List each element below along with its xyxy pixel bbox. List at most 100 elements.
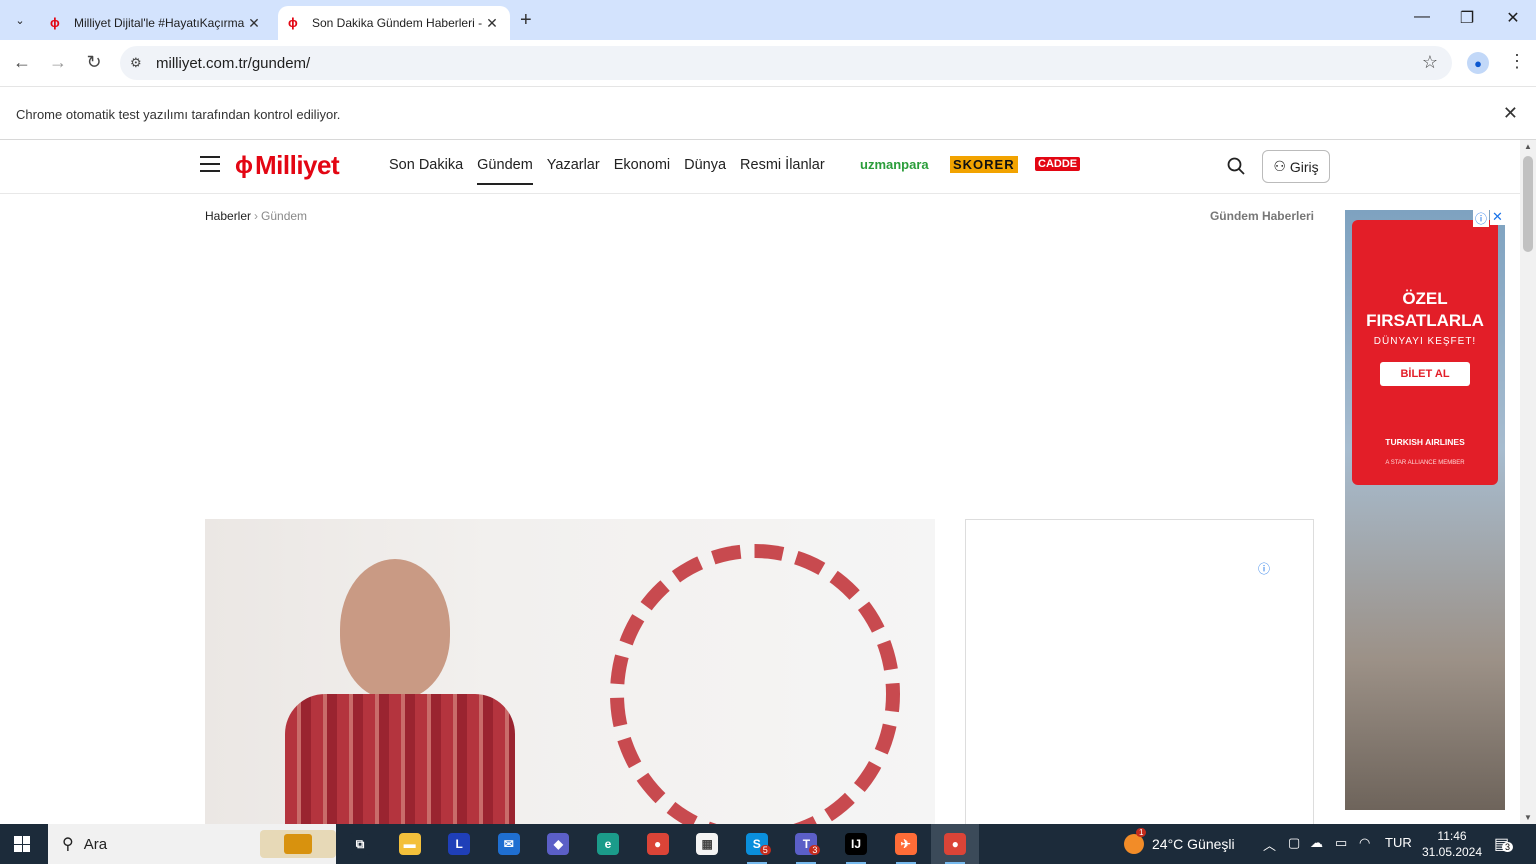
taskbar-copilot-icon[interactable]: ◆ xyxy=(534,824,582,864)
ad-headline: ÖZEL FIRSATLARLA xyxy=(1366,289,1484,330)
taskbar-intellij-icon[interactable]: IJ xyxy=(832,824,880,864)
ad-choices-icon[interactable]: ⓘ xyxy=(1473,210,1490,227)
wifi-icon[interactable]: ◠ xyxy=(1359,835,1370,851)
milliyet-favicon-icon: ϕ xyxy=(50,15,60,30)
sun-icon: 1 xyxy=(1124,828,1147,854)
nav-resmi-ilanlar[interactable]: Resmi İlanlar xyxy=(740,157,825,183)
search-icon: ⚲ xyxy=(62,836,74,853)
onedrive-icon[interactable]: ☁ xyxy=(1310,835,1323,851)
forward-arrow-icon[interactable]: → xyxy=(47,52,69,73)
news-photo-man xyxy=(285,559,515,824)
logo-wordmark: Milliyet xyxy=(255,150,340,180)
chevron-up-icon[interactable]: ︿ xyxy=(1263,835,1276,854)
breadcrumb-root[interactable]: Haberler xyxy=(205,209,251,223)
web-page: ϕ Milliyet Son Dakika Gündem Yazarlar Ek… xyxy=(0,140,1520,824)
milliyet-favicon-icon: ϕ xyxy=(288,15,298,30)
login-label: Giriş xyxy=(1289,158,1319,175)
scrollbar-thumb[interactable] xyxy=(1523,156,1533,252)
taskbar-edge-icon[interactable]: e xyxy=(584,824,632,864)
ad-slot-box: ⓘ xyxy=(965,519,1314,824)
nav-ekonomi[interactable]: Ekonomi xyxy=(614,157,670,183)
scroll-up-icon[interactable]: ▲ xyxy=(1524,142,1532,151)
minimize-icon[interactable]: — xyxy=(1410,8,1434,26)
scroll-down-icon[interactable]: ▼ xyxy=(1524,813,1532,822)
restore-icon[interactable]: ❐ xyxy=(1455,8,1479,28)
language-indicator[interactable]: TUR xyxy=(1385,835,1412,850)
uzmanpara-logo[interactable]: uzmanpara xyxy=(860,157,929,172)
nav-gundem[interactable]: Gündem xyxy=(477,157,533,185)
nav-dunya[interactable]: Dünya xyxy=(684,157,726,183)
bookmark-star-icon[interactable]: ☆ xyxy=(1422,52,1438,73)
taskbar-search[interactable]: ⚲ Ara xyxy=(48,824,336,864)
breadcrumb-current: Gündem xyxy=(261,209,308,223)
browser-toolbar: ← → ↻ ⚙ milliyet.com.tr/gundem/ ☆ xyxy=(0,40,1536,86)
turkish-airlines-ad[interactable]: ÖZEL FIRSATLARLA DÜNYAYI KEŞFET! BİLET AL… xyxy=(1345,210,1505,810)
notification-icon[interactable]: ▤3 xyxy=(1494,834,1514,854)
section-title-link[interactable]: Gündem Haberleri xyxy=(1210,209,1314,223)
close-tab-icon[interactable]: ✕ xyxy=(246,15,262,32)
taskbar-l-app-icon[interactable]: L xyxy=(435,824,483,864)
search-icon[interactable] xyxy=(1227,157,1245,175)
profile-avatar-icon[interactable]: ● xyxy=(1467,52,1489,74)
clock[interactable]: 11:46 31.05.2024 xyxy=(1412,828,1492,860)
close-window-icon[interactable]: ✕ xyxy=(1501,8,1525,28)
close-infobar-icon[interactable]: ✕ xyxy=(1503,103,1518,124)
site-header: ϕ Milliyet Son Dakika Gündem Yazarlar Ek… xyxy=(0,140,1520,194)
tab-milliyet-dijital[interactable]: ϕ Milliyet Dijital'le #HayatıKaçırma ✕ xyxy=(40,6,272,40)
nav-yazarlar[interactable]: Yazarlar xyxy=(547,157,600,183)
nav-son-dakika[interactable]: Son Dakika xyxy=(389,157,463,183)
cadde-logo[interactable]: CADDE xyxy=(1035,157,1081,171)
url-text[interactable]: milliyet.com.tr/gundem/ xyxy=(156,55,310,72)
ad-red-card: ÖZEL FIRSATLARLA DÜNYAYI KEŞFET! BİLET AL… xyxy=(1352,220,1498,485)
tab-title: Son Dakika Gündem Haberleri - xyxy=(312,16,483,30)
ad-close-icon[interactable]: ✕ xyxy=(1490,209,1505,225)
ad-brand: TURKISH AIRLINES xyxy=(1385,437,1465,447)
tab-bar: ⌄ ϕ Milliyet Dijital'le #HayatıKaçırma ✕… xyxy=(0,0,1536,40)
tab-title: Milliyet Dijital'le #HayatıKaçırma xyxy=(74,16,245,30)
milliyet-logo[interactable]: ϕ Milliyet xyxy=(235,150,340,181)
breadcrumb: Haberler › Gündem xyxy=(205,209,307,223)
flame-logo-icon: ϕ xyxy=(235,151,253,179)
tab-gundem[interactable]: ϕ Son Dakika Gündem Haberleri - ✕ xyxy=(278,6,510,40)
hamburger-menu-icon[interactable] xyxy=(200,156,220,172)
taskbar-mail-icon[interactable]: ✉ xyxy=(485,824,533,864)
infobar-message: Chrome otomatik test yazılımı tarafından… xyxy=(16,107,341,122)
app-badge: 5 xyxy=(759,845,771,855)
taskbar-file-explorer-icon[interactable]: ▬ xyxy=(386,824,434,864)
user-icon: ⚇ xyxy=(1273,158,1286,174)
automation-infobar: Chrome otomatik test yazılımı tarafından… xyxy=(0,86,1536,140)
taskbar-chrome-icon[interactable]: ● xyxy=(634,824,682,864)
main-nav: Son Dakika Gündem Yazarlar Ekonomi Dünya… xyxy=(389,157,825,185)
weather-widget[interactable]: 1 24°C Güneşli xyxy=(1124,828,1235,854)
taskbar-chrome-active-icon[interactable]: ● xyxy=(931,824,980,864)
taskbar-store-icon[interactable]: ▦ xyxy=(683,824,731,864)
search-highlight-briefcase-icon xyxy=(260,830,336,858)
chrome-menu-icon[interactable]: ⋮ xyxy=(1508,51,1526,72)
close-tab-icon[interactable]: ✕ xyxy=(484,15,500,32)
headline-image-slider[interactable] xyxy=(205,519,935,824)
app-badge: 3 xyxy=(809,845,821,855)
taskbar-task-view-icon[interactable]: ⧉ xyxy=(336,824,384,864)
chevron-right-icon: › xyxy=(254,209,259,223)
address-bar[interactable]: ⚙ milliyet.com.tr/gundem/ ☆ xyxy=(120,46,1452,80)
reload-icon[interactable]: ↻ xyxy=(83,52,105,73)
search-placeholder: Ara xyxy=(83,835,108,853)
ad-cta-button[interactable]: BİLET AL xyxy=(1380,362,1470,386)
taskbar-skype-icon[interactable]: S5 xyxy=(733,824,781,864)
battery-icon[interactable]: ▭ xyxy=(1335,835,1347,851)
page-scrollbar[interactable]: ▲ ▼ xyxy=(1520,140,1536,824)
ad-subline: DÜNYAYI KEŞFET! xyxy=(1373,336,1477,347)
back-arrow-icon[interactable]: ← xyxy=(11,52,33,73)
device-icon[interactable]: ▢ xyxy=(1288,835,1300,851)
tab-search-chevron-icon[interactable]: ⌄ xyxy=(8,8,32,32)
windows-start-icon[interactable] xyxy=(14,836,30,852)
taskbar-teams-icon[interactable]: T3 xyxy=(782,824,830,864)
login-button[interactable]: ⚇ Giriş xyxy=(1262,150,1330,183)
skorer-logo[interactable]: SKORER xyxy=(950,156,1018,173)
ad-info-icon[interactable]: ⓘ xyxy=(1258,560,1270,577)
new-tab-icon[interactable]: + xyxy=(520,9,532,32)
site-settings-icon[interactable]: ⚙ xyxy=(130,55,150,71)
ad-alliance: A STAR ALLIANCE MEMBER xyxy=(1385,460,1465,466)
taskbar-postman-icon[interactable]: ✈ xyxy=(882,824,930,864)
weather-text: 24°C Güneşli xyxy=(1152,836,1235,852)
